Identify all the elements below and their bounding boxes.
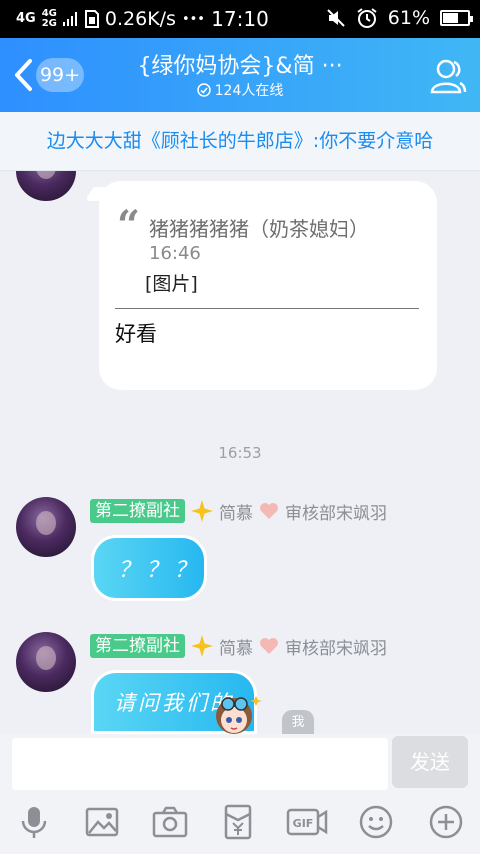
heart-icon (260, 638, 278, 654)
reply-text: 好看 (115, 322, 157, 346)
sender-title: 审核部宋飒羽 (285, 503, 387, 524)
microphone-icon[interactable] (16, 804, 52, 840)
sender-info: 第二撩副社 简慕 审核部宋飒羽 (90, 633, 387, 659)
red-packet-icon[interactable] (220, 804, 256, 840)
online-icon (196, 83, 211, 97)
gif-icon[interactable]: GIF (286, 804, 328, 840)
star-icon (191, 500, 213, 522)
mute-icon (327, 9, 345, 27)
sender-name[interactable]: 简慕 (219, 499, 253, 524)
group-notice-banner[interactable]: 边大大大甜《顾社长的牛郎店》:你不要介意哈 (0, 112, 480, 171)
star-icon (191, 635, 213, 657)
chat-header: 99+ {绿你妈协会}&简 ··· 124人在线 (0, 38, 480, 112)
message-input[interactable] (12, 738, 388, 790)
sticker-character-icon (216, 696, 262, 734)
status-bar: 4G 4G 2G 0.26K/s ••• 17:10 61% (0, 0, 480, 38)
bubble-tail (84, 187, 114, 201)
send-button[interactable]: 发送 (392, 736, 468, 788)
battery-icon (440, 10, 473, 26)
emoji-icon[interactable] (358, 804, 394, 840)
quote-reply-message[interactable]: “ 猪猪猪猪猪（奶茶媳妇） 16:46 [图片] 好看 (84, 181, 437, 390)
sender-name[interactable]: 简慕 (219, 634, 253, 659)
image-icon[interactable] (84, 804, 120, 840)
message-timestamp: 16:53 (218, 444, 262, 462)
online-count[interactable]: 124人在线 (100, 80, 380, 100)
unread-count-badge[interactable]: 99+ (36, 58, 84, 92)
toolbar: GIF (0, 804, 480, 844)
message-bubble[interactable]: ？？？ (94, 538, 204, 598)
svg-text:GIF: GIF (293, 817, 314, 830)
quoted-time: 16:46 (149, 243, 201, 264)
quoted-content: [图片] (145, 273, 198, 295)
quote-mark-icon: “ (117, 202, 141, 249)
avatar[interactable] (16, 632, 76, 692)
sender-info: 第二撩副社 简慕 审核部宋飒羽 (90, 498, 387, 524)
group-members-icon[interactable] (428, 56, 468, 96)
avatar[interactable] (16, 497, 76, 557)
message-text: ？？？ (118, 558, 203, 583)
sender-title: 审核部宋飒羽 (285, 638, 387, 659)
battery-percent: 61% (387, 7, 430, 29)
rank-badge: 第二撩副社 (90, 499, 185, 523)
heart-icon (260, 503, 278, 519)
quote-divider (115, 308, 419, 309)
quoted-sender-name: 猪猪猪猪猪（奶茶媳妇） (149, 217, 369, 241)
self-tag: 我 (282, 710, 314, 734)
alarm-icon (357, 8, 377, 28)
camera-icon[interactable] (152, 804, 188, 840)
plus-icon[interactable] (428, 804, 464, 840)
input-bar: 发送 GIF (0, 734, 480, 854)
rank-badge: 第二撩副社 (90, 634, 185, 658)
group-title[interactable]: {绿你妈协会}&简 ··· (100, 48, 380, 80)
